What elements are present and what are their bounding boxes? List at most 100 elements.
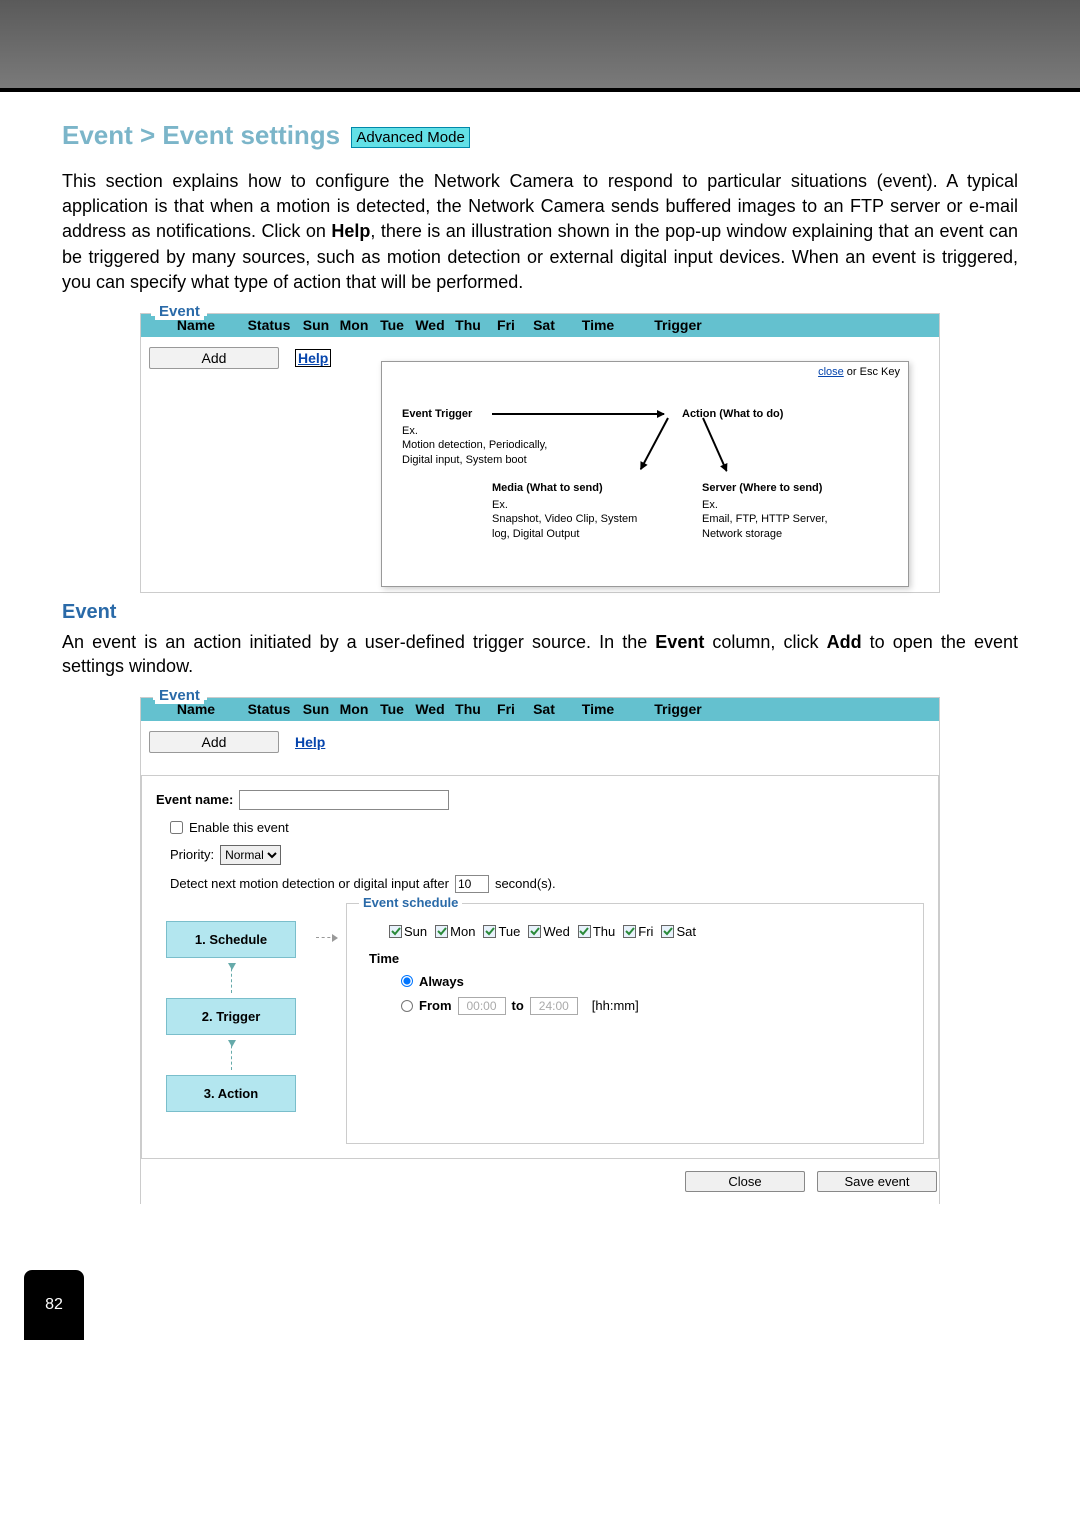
col-sat: Sat <box>525 317 563 333</box>
event-schedule-box: Event schedule Sun Mon Tue Wed Thu Fri S… <box>346 903 924 1144</box>
day-sun[interactable]: Sun <box>389 924 427 939</box>
diagram-action-label: Action (What to do) <box>682 408 783 420</box>
arrow-h-icon <box>492 413 664 415</box>
schedule-legend: Event schedule <box>359 895 462 910</box>
event-name-row: Event name: <box>156 790 924 810</box>
step-link-2 <box>231 1035 232 1075</box>
col-status: Status <box>241 317 297 333</box>
col-thu: Thu <box>449 317 487 333</box>
diagram-trigger-label: Event Trigger <box>402 408 472 420</box>
settings-legend: Event <box>155 687 204 704</box>
top-gradient-bar <box>0 0 1080 92</box>
settings-help-link[interactable]: Help <box>295 734 325 750</box>
settings-add-button[interactable]: Add <box>149 731 279 753</box>
scol-wed: Wed <box>411 701 449 717</box>
hhmm-label: [hh:mm] <box>592 998 639 1013</box>
add-button[interactable]: Add <box>149 347 279 369</box>
diagram-server-label: Server (Where to send) <box>702 482 822 494</box>
popup-close-suffix: or Esc Key <box>844 366 900 378</box>
event-name-label: Event name: <box>156 792 233 807</box>
close-button[interactable]: Close <box>685 1171 805 1192</box>
time-label: Time <box>369 951 909 966</box>
detect-seconds-input[interactable] <box>455 875 489 893</box>
detect-row: Detect next motion detection or digital … <box>170 875 924 893</box>
scol-status: Status <box>241 701 297 717</box>
page-content: Event > Event settings Advanced Mode Thi… <box>0 92 1080 1224</box>
col-sun: Sun <box>297 317 335 333</box>
from-time-input[interactable] <box>458 997 506 1015</box>
day-wed[interactable]: Wed <box>528 924 570 939</box>
popup-close-link[interactable]: close <box>818 366 844 378</box>
time-always-row: Always <box>401 974 909 989</box>
scol-thu: Thu <box>449 701 487 717</box>
settings-footer: Close Save event <box>141 1167 939 1192</box>
from-radio[interactable] <box>401 1000 413 1012</box>
page-number: 82 <box>24 1270 84 1340</box>
priority-select[interactable]: Normal <box>220 845 281 865</box>
settings-table-header: Name Status Sun Mon Tue Wed Thu Fri Sat … <box>141 697 939 721</box>
col-mon: Mon <box>335 317 373 333</box>
col-tue: Tue <box>373 317 411 333</box>
diagram-server-example: Ex. Email, FTP, HTTP Server, Network sto… <box>702 498 828 541</box>
intro-paragraph: This section explains how to configure t… <box>62 169 1018 295</box>
help-diagram: Event Trigger Ex. Motion detection, Peri… <box>382 382 908 562</box>
step-action[interactable]: 3. Action <box>166 1075 296 1112</box>
scol-time: Time <box>563 701 633 717</box>
day-sat[interactable]: Sat <box>661 924 696 939</box>
mode-badge: Advanced Mode <box>351 127 469 148</box>
check-icon <box>528 925 541 938</box>
scol-trigger: Trigger <box>633 701 723 717</box>
event-panel-top: Event Name Status Sun Mon Tue Wed Thu Fr… <box>140 313 940 593</box>
step-trigger[interactable]: 2. Trigger <box>166 998 296 1035</box>
time-from-row: From to [hh:mm] <box>401 997 909 1015</box>
event-section-text: An event is an action initiated by a use… <box>62 630 1018 679</box>
enable-event-checkbox[interactable] <box>170 821 183 834</box>
col-wed: Wed <box>411 317 449 333</box>
scol-sun: Sun <box>297 701 335 717</box>
day-thu[interactable]: Thu <box>578 924 615 939</box>
priority-label: Priority: <box>170 847 214 862</box>
day-fri[interactable]: Fri <box>623 924 653 939</box>
diagram-media-label: Media (What to send) <box>492 482 603 494</box>
check-icon <box>661 925 674 938</box>
always-label: Always <box>419 974 464 989</box>
event-section-heading: Event <box>62 601 1018 624</box>
from-label: From <box>419 998 452 1013</box>
pointer-line-icon <box>316 903 336 938</box>
scol-mon: Mon <box>335 701 373 717</box>
popup-close-row: close or Esc Key <box>382 362 908 382</box>
diagram-trigger-example: Ex. Motion detection, Periodically, Digi… <box>402 424 547 467</box>
check-icon <box>623 925 636 938</box>
steps-and-schedule: 1. Schedule 2. Trigger 3. Action Event s… <box>156 903 924 1144</box>
check-icon <box>483 925 496 938</box>
help-popup: close or Esc Key Event Trigger Ex. Motio… <box>381 361 909 587</box>
check-icon <box>435 925 448 938</box>
enable-event-label: Enable this event <box>189 820 289 835</box>
help-link[interactable]: Help <box>295 349 331 367</box>
event-settings-form: Event name: Enable this event Priority: … <box>141 775 939 1159</box>
event-table-header: Name Status Sun Mon Tue Wed Thu Fri Sat … <box>141 313 939 337</box>
step-link-1 <box>231 958 232 998</box>
save-event-button[interactable]: Save event <box>817 1171 937 1192</box>
enable-event-row: Enable this event <box>170 820 924 835</box>
title-text: Event > Event settings <box>62 120 340 150</box>
scol-fri: Fri <box>487 701 525 717</box>
day-mon[interactable]: Mon <box>435 924 475 939</box>
arrow-diag1-icon <box>640 417 669 469</box>
priority-row: Priority: Normal <box>170 845 924 865</box>
col-time: Time <box>563 317 633 333</box>
settings-actions-row: Add Help <box>141 721 939 763</box>
to-time-input[interactable] <box>530 997 578 1015</box>
event-name-input[interactable] <box>239 790 449 810</box>
day-tue[interactable]: Tue <box>483 924 520 939</box>
detect-suffix: second(s). <box>495 876 556 891</box>
event-settings-panel: Event Name Status Sun Mon Tue Wed Thu Fr… <box>140 697 940 1204</box>
event-panel-legend: Event <box>155 303 204 320</box>
check-icon <box>578 925 591 938</box>
always-radio[interactable] <box>401 975 413 987</box>
col-trigger: Trigger <box>633 317 723 333</box>
step-schedule[interactable]: 1. Schedule <box>166 921 296 958</box>
detect-prefix: Detect next motion detection or digital … <box>170 876 449 891</box>
scol-sat: Sat <box>525 701 563 717</box>
scol-tue: Tue <box>373 701 411 717</box>
